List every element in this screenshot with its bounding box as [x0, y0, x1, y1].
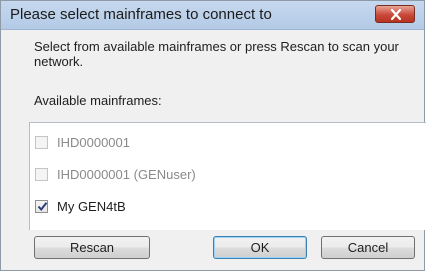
mainframe-label: IHD0000001 (GENuser)	[57, 167, 196, 182]
mainframe-label: IHD0000001	[57, 135, 130, 150]
select-mainframes-dialog: Please select mainframes to connect to S…	[0, 0, 426, 271]
cancel-button[interactable]: Cancel	[321, 236, 415, 259]
mainframe-checkbox	[35, 136, 48, 149]
instructions-text: Select from available mainframes or pres…	[34, 39, 399, 69]
dialog-title: Please select mainframes to connect to	[10, 6, 272, 23]
close-icon	[390, 9, 402, 20]
title-bar: Please select mainframes to connect to	[1, 1, 424, 30]
list-item: IHD0000001	[30, 131, 426, 155]
rescan-button[interactable]: Rescan	[34, 236, 150, 259]
list-item[interactable]: My GEN4tB	[30, 195, 426, 219]
mainframe-checkbox	[35, 168, 48, 181]
checkmark-icon	[37, 202, 48, 212]
mainframe-checkbox[interactable]	[35, 200, 48, 213]
ok-button[interactable]: OK	[213, 236, 307, 259]
close-button[interactable]	[375, 5, 415, 23]
list-item: IHD0000001 (GENuser)	[30, 163, 426, 187]
mainframe-list[interactable]: IHD0000001 IHD0000001 (GENuser) My GEN4t…	[29, 122, 426, 230]
available-mainframes-label: Available mainframes:	[34, 93, 162, 108]
mainframe-label: My GEN4tB	[57, 199, 126, 214]
